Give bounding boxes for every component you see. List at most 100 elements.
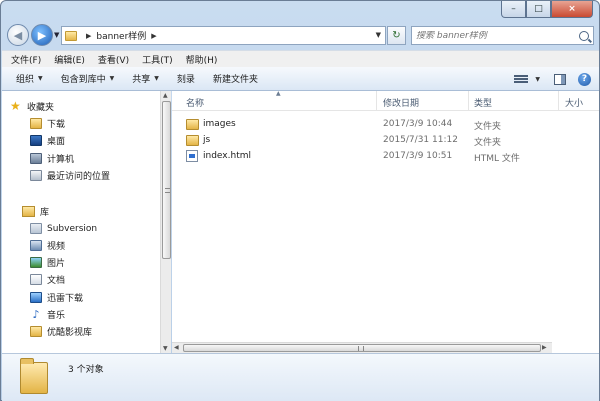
preview-pane-icon[interactable] xyxy=(554,73,566,85)
documents-library-icon xyxy=(30,274,42,285)
sort-indicator-icon: ▲ xyxy=(276,90,281,97)
nav-item-label: 文档 xyxy=(47,276,66,286)
search-box[interactable] xyxy=(411,26,594,45)
caption-buttons: – □ × xyxy=(501,1,593,18)
address-dropdown-icon[interactable]: ▼ xyxy=(376,31,381,39)
menu-help[interactable]: 帮助(H) xyxy=(181,53,223,66)
music-note-icon: ♪ xyxy=(32,308,40,321)
scrollbar-thumb[interactable] xyxy=(183,344,541,352)
library-icon xyxy=(22,206,35,217)
nav-item-subversion[interactable]: Subversion xyxy=(30,221,97,236)
toolbar-right-group: ▼ ? xyxy=(514,67,599,91)
share-button[interactable]: 共享 ▼ xyxy=(132,72,159,85)
column-divider[interactable] xyxy=(376,91,377,111)
dropdown-caret-icon: ▼ xyxy=(154,75,159,82)
nav-favorites[interactable]: ★ 收藏夹 xyxy=(10,99,54,114)
nav-item-computer[interactable]: 计算机 xyxy=(30,151,74,166)
desktop-icon xyxy=(30,135,42,146)
nav-item-desktop[interactable]: 桌面 xyxy=(30,133,65,148)
nav-item-recent-places[interactable]: 最近访问的位置 xyxy=(30,168,110,183)
scroll-right-icon[interactable]: ▶ xyxy=(542,344,547,351)
nav-item-music[interactable]: ♪ 音乐 xyxy=(30,307,65,322)
menu-file[interactable]: 文件(F) xyxy=(6,53,46,66)
column-header-name[interactable]: 名称 xyxy=(186,96,204,109)
nav-item-documents[interactable]: 文档 xyxy=(30,272,65,287)
include-in-library-button[interactable]: 包含到库中 ▼ xyxy=(61,72,115,85)
scrollbar-thumb[interactable] xyxy=(162,101,171,259)
item-count: 3 个对象 xyxy=(68,365,104,375)
dropdown-caret-icon: ▼ xyxy=(38,75,43,82)
command-bar: 组织 ▼ 包含到库中 ▼ 共享 ▼ 刻录 新建文件夹 ▼ ? xyxy=(2,67,599,91)
menu-tools[interactable]: 工具(T) xyxy=(137,53,178,66)
help-icon[interactable]: ? xyxy=(578,72,591,86)
nav-item-label: 迅雷下载 xyxy=(47,294,84,304)
pictures-library-icon xyxy=(30,257,42,268)
nav-item-thunder-downloads[interactable]: 迅雷下载 xyxy=(30,290,83,305)
close-button[interactable]: × xyxy=(551,1,593,18)
refresh-button[interactable]: ↻ xyxy=(387,26,406,45)
nav-item-label: 视频 xyxy=(47,242,66,252)
column-divider[interactable] xyxy=(558,91,559,111)
burn-button[interactable]: 刻录 xyxy=(177,72,195,85)
scroll-up-icon[interactable]: ▲ xyxy=(163,92,168,99)
organize-label: 组织 xyxy=(16,75,35,85)
videos-library-icon xyxy=(30,240,42,251)
file-name: index.html xyxy=(203,151,251,161)
breadcrumb-chevron-icon[interactable]: ▶ xyxy=(151,32,156,40)
file-name: js xyxy=(203,135,211,145)
computer-icon xyxy=(30,153,42,164)
nav-item-pictures[interactable]: 图片 xyxy=(30,255,65,270)
nav-item-label: 图片 xyxy=(47,259,66,269)
column-header-modified[interactable]: 修改日期 xyxy=(383,96,419,109)
file-list-horizontal-scrollbar[interactable]: ◀ ▶ xyxy=(172,342,552,353)
menu-bar: 文件(F) 编辑(E) 查看(V) 工具(T) 帮助(H) xyxy=(2,50,599,67)
grip-icon xyxy=(165,188,170,193)
column-header-type[interactable]: 类型 xyxy=(474,96,492,109)
file-row[interactable]: index.html 2017/3/9 10:51 HTML 文件 xyxy=(172,149,599,165)
file-modified: 2017/3/9 10:44 xyxy=(383,119,453,129)
address-bar[interactable]: ▶ banner样例 ▶ ▼ xyxy=(61,26,386,45)
nav-item-downloads[interactable]: 下载 xyxy=(30,116,65,131)
scroll-down-icon[interactable]: ▼ xyxy=(163,345,168,352)
nav-pane-scrollbar[interactable]: ▲ ▼ xyxy=(160,91,171,353)
nav-item-videos[interactable]: 视频 xyxy=(30,238,65,253)
column-divider[interactable] xyxy=(468,91,469,111)
menu-edit[interactable]: 编辑(E) xyxy=(49,53,90,66)
folder-icon xyxy=(186,119,199,130)
search-icon[interactable] xyxy=(579,30,589,41)
recent-pages-dropdown[interactable]: ▼ xyxy=(54,31,59,39)
change-view-icon[interactable] xyxy=(514,74,529,84)
scroll-left-icon[interactable]: ◀ xyxy=(174,344,179,351)
nav-item-youku-library[interactable]: 优酷影视库 xyxy=(30,324,92,339)
file-modified: 2015/7/31 11:12 xyxy=(383,135,458,145)
search-input[interactable] xyxy=(416,30,579,41)
file-row[interactable]: js 2015/7/31 11:12 文件夹 xyxy=(172,133,599,149)
file-type: HTML 文件 xyxy=(474,154,520,164)
file-row[interactable]: images 2017/3/9 10:44 文件夹 xyxy=(172,117,599,133)
menu-view[interactable]: 查看(V) xyxy=(93,53,134,66)
column-header-size[interactable]: 大小 xyxy=(565,96,583,109)
file-modified: 2017/3/9 10:51 xyxy=(383,151,453,161)
share-label: 共享 xyxy=(132,75,151,85)
maximize-button[interactable]: □ xyxy=(526,1,551,18)
nav-item-label: 计算机 xyxy=(47,155,75,165)
details-pane: 3 个对象 xyxy=(2,353,599,401)
file-type: 文件夹 xyxy=(474,138,502,148)
include-library-label: 包含到库中 xyxy=(60,75,106,85)
thunder-download-icon xyxy=(30,292,42,303)
nav-item-label: 优酷影视库 xyxy=(47,328,93,338)
back-button[interactable]: ◀ xyxy=(7,24,29,46)
nav-item-label: 下载 xyxy=(47,120,66,130)
nav-libraries-label: 库 xyxy=(40,208,50,218)
organize-button[interactable]: 组织 ▼ xyxy=(16,72,43,85)
forward-button[interactable]: ▶ xyxy=(31,24,53,46)
explorer-window: – □ × ◀ ▶ ▼ ▶ banner样例 ▶ ▼ ↻ 文件(F) 编辑(E)… xyxy=(0,0,600,401)
new-folder-button[interactable]: 新建文件夹 xyxy=(213,72,258,85)
minimize-button[interactable]: – xyxy=(501,1,526,18)
view-dropdown-caret-icon[interactable]: ▼ xyxy=(535,76,540,83)
breadcrumb-item[interactable]: banner样例 xyxy=(96,29,146,42)
nav-item-label: 桌面 xyxy=(47,137,66,147)
subversion-library-icon xyxy=(30,223,42,234)
breadcrumb-chevron-icon[interactable]: ▶ xyxy=(86,32,91,40)
nav-libraries[interactable]: 库 xyxy=(22,204,49,219)
